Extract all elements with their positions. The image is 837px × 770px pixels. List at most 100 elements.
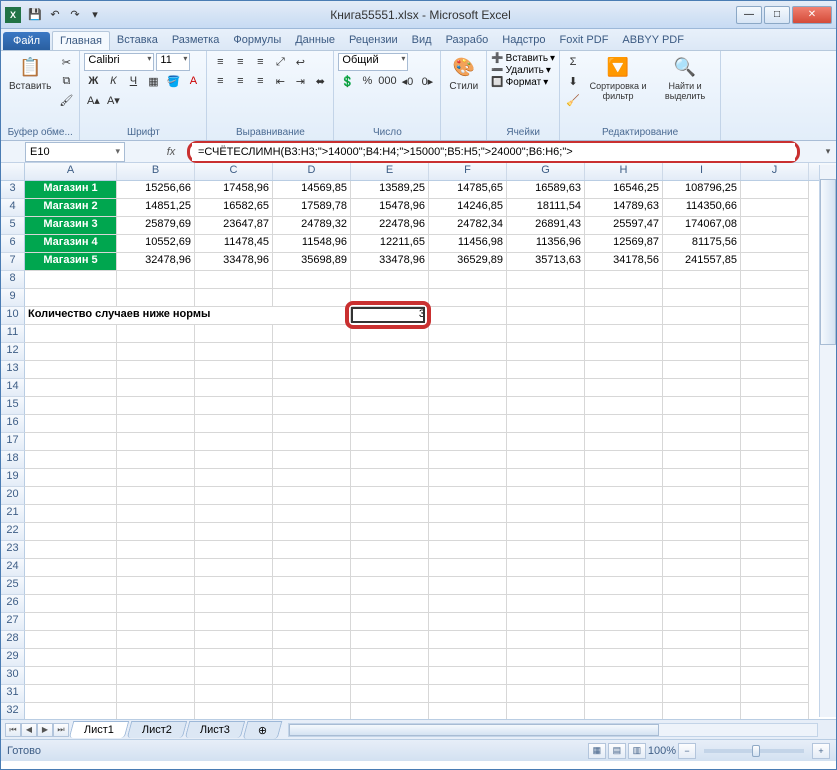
cell-G3[interactable]: 16589,63 [507, 181, 585, 199]
align-right-button[interactable]: ≡ [251, 72, 269, 90]
cell-J27[interactable] [741, 613, 809, 631]
cell-C6[interactable]: 11478,45 [195, 235, 273, 253]
cell-I8[interactable] [663, 271, 741, 289]
cell-C11[interactable] [195, 325, 273, 343]
cell-F16[interactable] [429, 415, 507, 433]
cell-A10[interactable]: Количество случаев ниже нормы [25, 307, 351, 325]
cell-B9[interactable] [117, 289, 195, 307]
cell-F29[interactable] [429, 649, 507, 667]
cell-E3[interactable]: 13589,25 [351, 181, 429, 199]
clear-button[interactable]: 🧹 [564, 91, 582, 109]
cell-D25[interactable] [273, 577, 351, 595]
cell-I7[interactable]: 241557,85 [663, 253, 741, 271]
cell-I23[interactable] [663, 541, 741, 559]
cell-E13[interactable] [351, 361, 429, 379]
cell-J12[interactable] [741, 343, 809, 361]
row-header-14[interactable]: 14 [1, 379, 25, 397]
qat-more[interactable]: ▾ [85, 5, 105, 25]
cell-H13[interactable] [585, 361, 663, 379]
cell-I26[interactable] [663, 595, 741, 613]
cell-C14[interactable] [195, 379, 273, 397]
cell-B16[interactable] [117, 415, 195, 433]
cell-F27[interactable] [429, 613, 507, 631]
font-size-combo[interactable]: 11 [156, 53, 190, 71]
new-sheet-button[interactable]: ⊕ [243, 721, 283, 739]
cell-F14[interactable] [429, 379, 507, 397]
cell-H11[interactable] [585, 325, 663, 343]
cell-A22[interactable] [25, 523, 117, 541]
cell-G22[interactable] [507, 523, 585, 541]
zoom-level[interactable]: 100% [648, 745, 676, 757]
cell-A23[interactable] [25, 541, 117, 559]
align-top-button[interactable]: ≡ [211, 53, 229, 71]
cell-A9[interactable] [25, 289, 117, 307]
cell-B13[interactable] [117, 361, 195, 379]
cell-J4[interactable] [741, 199, 809, 217]
cell-A11[interactable] [25, 325, 117, 343]
cell-J13[interactable] [741, 361, 809, 379]
cell-G6[interactable]: 11356,96 [507, 235, 585, 253]
cell-E25[interactable] [351, 577, 429, 595]
cell-C12[interactable] [195, 343, 273, 361]
row-header-11[interactable]: 11 [1, 325, 25, 343]
cell-F26[interactable] [429, 595, 507, 613]
format-cells-button[interactable]: 🔲 Формат ▾ [491, 77, 555, 88]
cell-J5[interactable] [741, 217, 809, 235]
cell-A19[interactable] [25, 469, 117, 487]
row-header-12[interactable]: 12 [1, 343, 25, 361]
cell-C24[interactable] [195, 559, 273, 577]
cell-G15[interactable] [507, 397, 585, 415]
cell-D27[interactable] [273, 613, 351, 631]
cell-I29[interactable] [663, 649, 741, 667]
minimize-button[interactable]: — [736, 6, 762, 24]
cell-G28[interactable] [507, 631, 585, 649]
cell-D20[interactable] [273, 487, 351, 505]
cell-G11[interactable] [507, 325, 585, 343]
row-header-32[interactable]: 32 [1, 703, 25, 719]
cell-B22[interactable] [117, 523, 195, 541]
cell-D14[interactable] [273, 379, 351, 397]
cell-C16[interactable] [195, 415, 273, 433]
cell-I11[interactable] [663, 325, 741, 343]
cell-G30[interactable] [507, 667, 585, 685]
cell-G27[interactable] [507, 613, 585, 631]
delete-cells-button[interactable]: ➖ Удалить ▾ [491, 65, 555, 76]
vscroll-thumb[interactable] [820, 179, 836, 345]
cell-I6[interactable]: 81175,56 [663, 235, 741, 253]
cell-C19[interactable] [195, 469, 273, 487]
row-header-22[interactable]: 22 [1, 523, 25, 541]
row-header-30[interactable]: 30 [1, 667, 25, 685]
cell-I5[interactable]: 174067,08 [663, 217, 741, 235]
cell-J3[interactable] [741, 181, 809, 199]
zoom-out-button[interactable]: − [678, 743, 696, 759]
cell-D16[interactable] [273, 415, 351, 433]
cell-I10[interactable] [663, 307, 741, 325]
cell-G16[interactable] [507, 415, 585, 433]
border-button[interactable]: ▦ [144, 72, 162, 90]
styles-button[interactable]: 🎨Стили [445, 53, 482, 94]
sheet-nav-last[interactable]: ⏭ [53, 723, 69, 737]
cell-A26[interactable] [25, 595, 117, 613]
cell-J22[interactable] [741, 523, 809, 541]
cell-E6[interactable]: 12211,65 [351, 235, 429, 253]
cell-J17[interactable] [741, 433, 809, 451]
cell-I4[interactable]: 114350,66 [663, 199, 741, 217]
cell-H21[interactable] [585, 505, 663, 523]
cell-F12[interactable] [429, 343, 507, 361]
increase-decimal-button[interactable]: ◂0 [398, 72, 416, 90]
cell-F31[interactable] [429, 685, 507, 703]
cell-J10[interactable] [741, 307, 809, 325]
cell-B3[interactable]: 15256,66 [117, 181, 195, 199]
row-header-27[interactable]: 27 [1, 613, 25, 631]
cell-H27[interactable] [585, 613, 663, 631]
cell-F7[interactable]: 36529,89 [429, 253, 507, 271]
cell-B28[interactable] [117, 631, 195, 649]
cell-G24[interactable] [507, 559, 585, 577]
sheet-tab-2[interactable]: Лист3 [185, 721, 246, 738]
cell-D29[interactable] [273, 649, 351, 667]
cell-I18[interactable] [663, 451, 741, 469]
cell-I30[interactable] [663, 667, 741, 685]
cell-A21[interactable] [25, 505, 117, 523]
cell-J24[interactable] [741, 559, 809, 577]
col-header-I[interactable]: I [663, 163, 741, 180]
